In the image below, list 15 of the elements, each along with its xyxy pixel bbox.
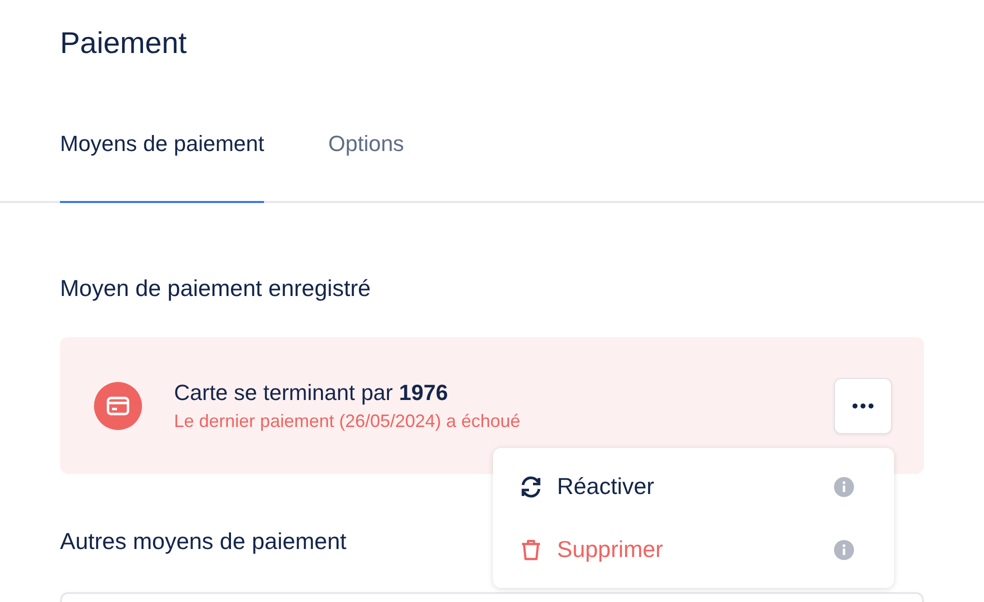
tab[interactable]: Moyens de paiement	[60, 131, 264, 203]
info-icon[interactable]	[834, 476, 854, 496]
refresh-icon	[519, 474, 543, 498]
card-title: Carte se terminant par 1976	[174, 378, 449, 407]
more-button[interactable]	[834, 378, 892, 434]
credit-card-icon	[94, 382, 142, 430]
error-message: Le dernier paiement (26/05/2024) a échoué	[174, 410, 522, 433]
trash-icon	[519, 538, 543, 562]
section-title: Autres moyens de paiement	[60, 527, 346, 556]
page-title: Paiement	[60, 26, 188, 62]
section-title: Moyen de paiement enregistré	[60, 274, 371, 303]
menu-item[interactable]: Réactiver	[493, 455, 894, 518]
more-icon	[852, 402, 874, 408]
info-icon[interactable]	[834, 540, 854, 560]
tab[interactable]: Options	[328, 131, 404, 203]
